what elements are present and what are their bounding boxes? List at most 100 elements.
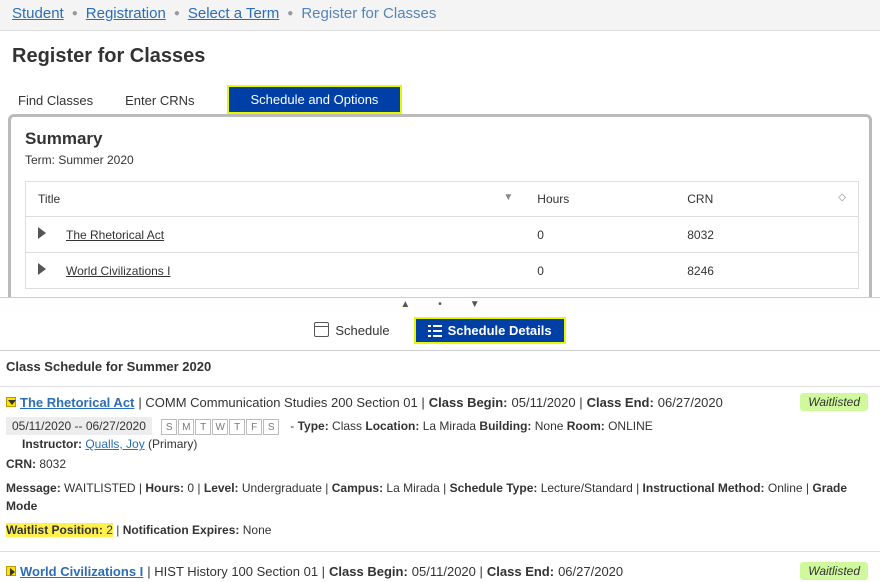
class-begin: 05/11/2020 | xyxy=(512,395,583,410)
splitter[interactable]: ▲ • ▼ xyxy=(0,297,880,311)
sort-icon: ▼ xyxy=(503,192,513,203)
breadcrumb-select-term[interactable]: Select a Term xyxy=(188,5,279,22)
hours-label: Hours: xyxy=(145,481,184,495)
stype-val: Lecture/Standard | xyxy=(537,481,642,495)
table-row: World Civilizations I 0 8246 xyxy=(26,253,859,289)
table-row: The Rhetorical Act 0 8032 xyxy=(26,217,859,253)
subtabs: Schedule Schedule Details xyxy=(0,311,880,350)
level-val: Undergraduate | xyxy=(239,481,332,495)
list-icon xyxy=(428,325,442,337)
day-m: M xyxy=(178,419,194,435)
day-f: F xyxy=(246,419,262,435)
breadcrumb-sep: ● xyxy=(287,8,293,19)
room-label: Room: xyxy=(567,419,605,433)
summary-panel: Summary Term: Summer 2020 Title▼ Hours C… xyxy=(8,114,872,297)
cell-hours: 0 xyxy=(525,217,675,253)
sort-icon: ◇ xyxy=(838,192,846,203)
class-begin-label: Class Begin: xyxy=(329,564,408,579)
day-s2: S xyxy=(263,419,279,435)
expand-icon[interactable] xyxy=(6,566,16,576)
expand-icon[interactable] xyxy=(38,227,46,239)
campus-label: Campus: xyxy=(332,481,383,495)
meta-line: Message: WAITLISTED | Hours: 0 | Level: … xyxy=(0,475,880,517)
course-link[interactable]: The Rhetorical Act xyxy=(66,228,164,242)
class-end-label: Class End: xyxy=(587,395,654,410)
breadcrumb-registration[interactable]: Registration xyxy=(86,5,166,22)
cell-hours: 0 xyxy=(525,253,675,289)
page-title: Register for Classes xyxy=(0,31,880,86)
instructor-line: Instructor: Qualls, Joy (Primary) xyxy=(0,437,880,451)
type-label: Type: xyxy=(298,419,329,433)
col-crn[interactable]: CRN◇ xyxy=(675,182,858,217)
crn-line: CRN: 8032 xyxy=(0,451,880,475)
tab-find-classes[interactable]: Find Classes xyxy=(18,93,93,114)
crn-val: 8032 xyxy=(39,457,66,471)
course-link[interactable]: World Civilizations I xyxy=(66,264,170,278)
waitlist-label: Waitlist Position: xyxy=(6,523,103,537)
cell-crn: 8246 xyxy=(675,253,858,289)
day-t2: T xyxy=(229,419,245,435)
tab-enter-crns[interactable]: Enter CRNs xyxy=(125,93,194,114)
level-label: Level: xyxy=(204,481,239,495)
class-begin-label: Class Begin: xyxy=(429,395,508,410)
msg-label: Message: xyxy=(6,481,61,495)
instructor-link[interactable]: Qualls, Joy xyxy=(85,437,144,451)
notify-label: Notification Expires: xyxy=(123,523,240,537)
instructor-label: Instructor: xyxy=(22,437,85,451)
summary-term: Term: Summer 2020 xyxy=(25,153,859,167)
class-end-label: Class End: xyxy=(487,564,554,579)
day-t: T xyxy=(195,419,211,435)
class-desc: | HIST History 100 Section 01 | xyxy=(147,564,325,579)
loc-val: La Mirada xyxy=(419,419,479,433)
tabs: Find Classes Enter CRNs Schedule and Opt… xyxy=(0,86,880,114)
stype-label: Schedule Type: xyxy=(450,481,538,495)
instructor-suffix: (Primary) xyxy=(148,437,197,451)
subtab-schedule-details[interactable]: Schedule Details xyxy=(414,317,566,344)
day-s: S xyxy=(161,419,177,435)
class-desc: | COMM Communication Studies 200 Section… xyxy=(138,395,424,410)
breadcrumb-student[interactable]: Student xyxy=(12,5,64,22)
class-end: 06/27/2020 xyxy=(658,395,723,410)
splitter-dot-icon: • xyxy=(438,299,442,310)
room-val: ONLINE xyxy=(605,419,653,433)
day-w: W xyxy=(212,419,228,435)
hours-val: 0 | xyxy=(184,481,204,495)
imethod-val: Online | xyxy=(765,481,813,495)
summary-table: Title▼ Hours CRN◇ The Rhetorical Act 0 8… xyxy=(25,181,859,289)
crn-label: CRN: xyxy=(6,457,39,471)
splitter-up-icon[interactable]: ▲ xyxy=(400,299,410,310)
bldg-label: Building: xyxy=(479,419,531,433)
class-end: 06/27/2020 xyxy=(558,564,623,579)
breadcrumb-sep: ● xyxy=(174,8,180,19)
msg-val: WAITLISTED | xyxy=(61,481,146,495)
class-begin: 05/11/2020 | xyxy=(412,564,483,579)
summary-title: Summary xyxy=(25,129,859,149)
class-row: The Rhetorical Act | COMM Communication … xyxy=(0,391,880,413)
col-title[interactable]: Title▼ xyxy=(26,182,526,217)
sep: | xyxy=(113,523,123,537)
col-hours[interactable]: Hours xyxy=(525,182,675,217)
loc-label: Location: xyxy=(365,419,419,433)
type-val: Class xyxy=(329,419,366,433)
subtab-schedule[interactable]: Schedule xyxy=(314,322,389,340)
class-title-link[interactable]: World Civilizations I xyxy=(20,564,143,579)
collapse-icon[interactable] xyxy=(6,397,16,407)
schedule-details-header: Class Schedule for Summer 2020 xyxy=(0,350,880,382)
status-badge: Waitlisted xyxy=(800,393,868,411)
waitlist-val: 2 xyxy=(103,523,113,537)
splitter-down-icon[interactable]: ▼ xyxy=(470,299,480,310)
bldg-val: None xyxy=(531,419,566,433)
class-detail: 05/11/2020 -- 06/27/2020 SMTWTFS - Type:… xyxy=(0,413,880,437)
breadcrumb-sep: ● xyxy=(72,8,78,19)
tab-schedule-and-options[interactable]: Schedule and Options xyxy=(227,85,403,114)
calendar-icon xyxy=(314,322,329,340)
status-badge: Waitlisted xyxy=(800,562,868,580)
waitlist-line: Waitlist Position: 2 | Notification Expi… xyxy=(0,517,880,541)
breadcrumb: Student ● Registration ● Select a Term ●… xyxy=(0,0,880,31)
class-title-link[interactable]: The Rhetorical Act xyxy=(20,395,134,410)
campus-val: La Mirada | xyxy=(383,481,449,495)
date-range: 05/11/2020 -- 06/27/2020 xyxy=(6,417,152,435)
expand-icon[interactable] xyxy=(38,263,46,275)
class-row: World Civilizations I | HIST History 100… xyxy=(0,556,880,582)
notify-val: None xyxy=(239,523,271,537)
